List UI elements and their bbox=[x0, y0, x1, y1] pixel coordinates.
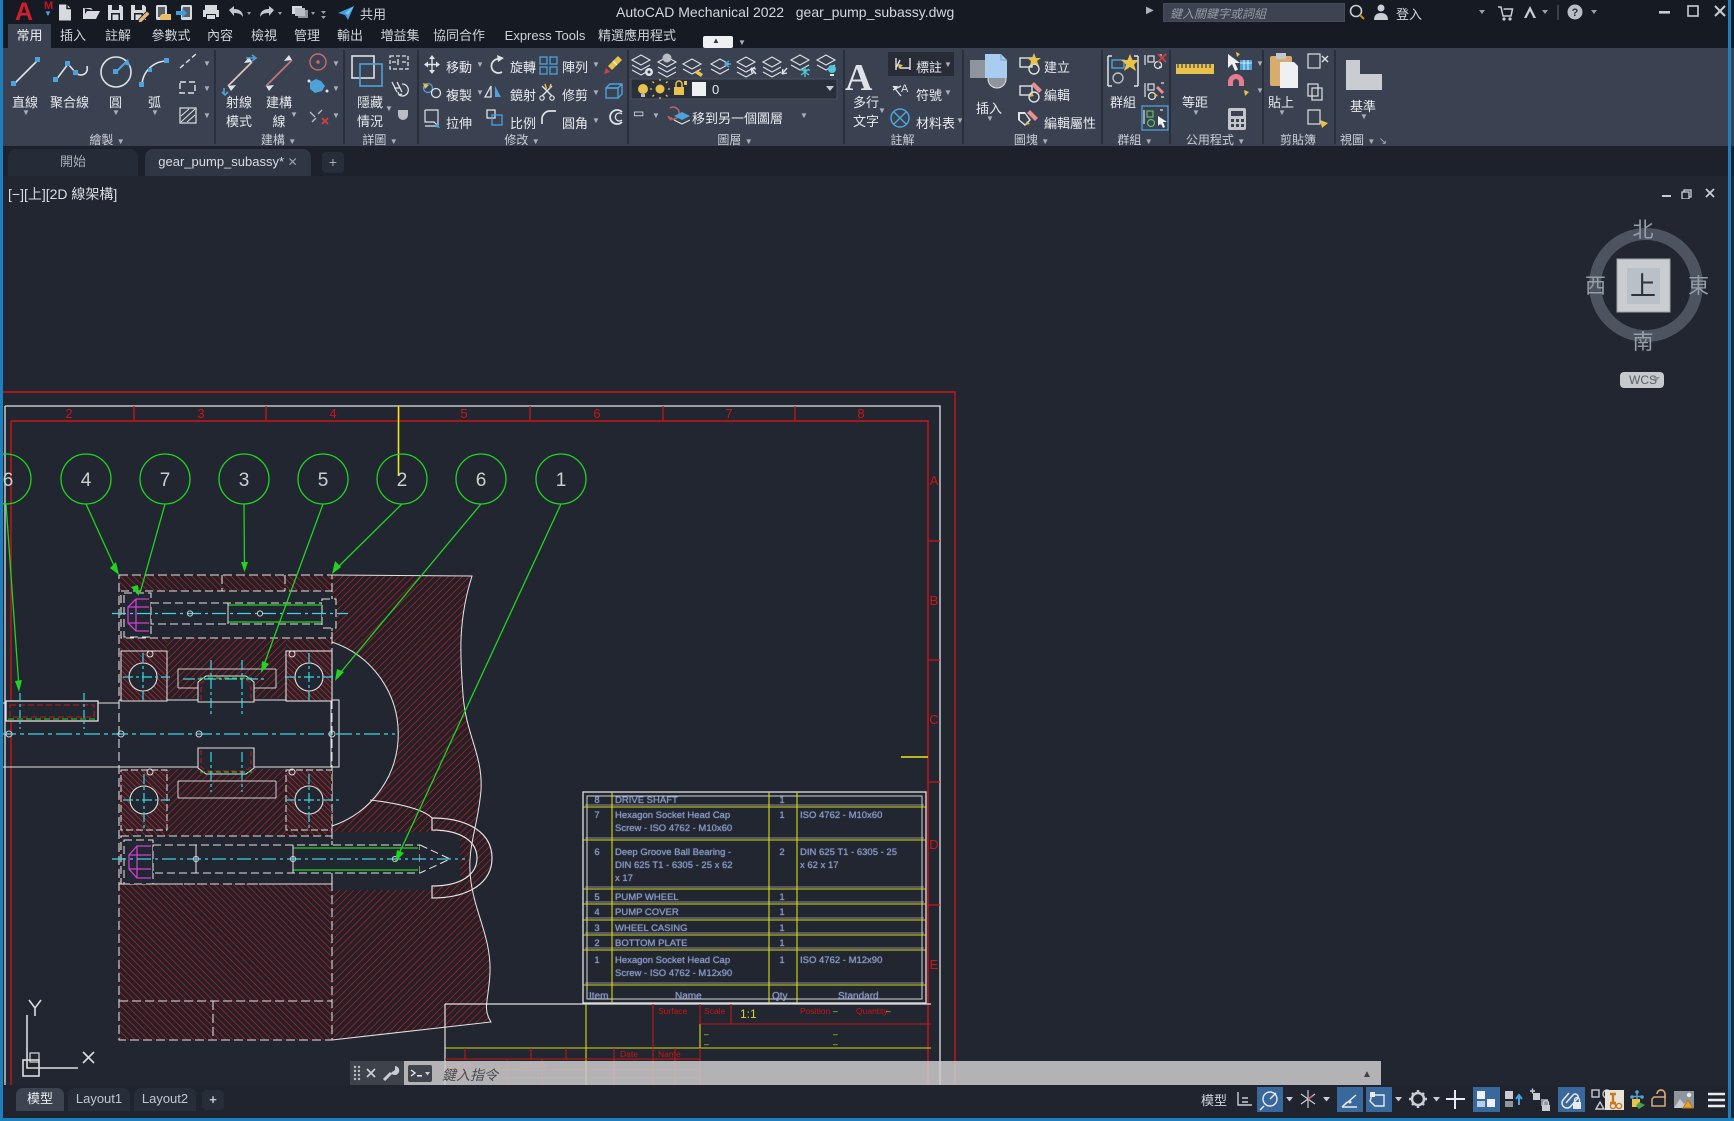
svg-text:5: 5 bbox=[460, 406, 467, 421]
svg-text:5: 5 bbox=[318, 470, 329, 491]
svg-text:?: ? bbox=[1572, 7, 1579, 19]
svg-text:6: 6 bbox=[476, 470, 487, 491]
svg-text:7: 7 bbox=[594, 810, 599, 821]
svg-text:2: 2 bbox=[779, 847, 784, 858]
svg-text:Deep Groove Ball Bearing -: Deep Groove Ball Bearing - bbox=[615, 847, 731, 858]
svg-text:1: 1 bbox=[779, 955, 784, 966]
svg-text:8: 8 bbox=[857, 406, 864, 421]
svg-text:D: D bbox=[929, 837, 938, 852]
svg-text:0: 0 bbox=[712, 82, 719, 97]
svg-text:B: B bbox=[930, 593, 939, 608]
svg-text:2: 2 bbox=[594, 938, 599, 949]
svg-text:–: – bbox=[886, 1006, 891, 1016]
svg-text:3: 3 bbox=[239, 470, 250, 491]
svg-text:x 17: x 17 bbox=[615, 873, 633, 884]
svg-text:DIN 625 T1 - 6305 - 25 x 62: DIN 625 T1 - 6305 - 25 x 62 bbox=[615, 860, 733, 871]
svg-text:Surface: Surface bbox=[658, 1006, 688, 1016]
svg-text:2: 2 bbox=[65, 406, 72, 421]
svg-text:1: 1 bbox=[556, 470, 567, 491]
svg-text:WHEEL CASING: WHEEL CASING bbox=[615, 923, 688, 934]
svg-text:Name: Name bbox=[675, 991, 702, 1002]
svg-text:7: 7 bbox=[725, 406, 732, 421]
svg-text:2: 2 bbox=[397, 470, 408, 491]
svg-text:A: A bbox=[930, 473, 939, 488]
svg-text:上: 上 bbox=[1630, 271, 1656, 301]
svg-text:Screw - ISO 4762 - M10x60: Screw - ISO 4762 - M10x60 bbox=[615, 823, 732, 834]
svg-text:6: 6 bbox=[3, 470, 14, 491]
svg-text:1: 1 bbox=[779, 795, 784, 806]
svg-text:E: E bbox=[930, 957, 939, 972]
svg-text:1: 1 bbox=[779, 923, 784, 934]
svg-text:5: 5 bbox=[594, 892, 599, 903]
svg-text:x 62 x 17: x 62 x 17 bbox=[800, 860, 839, 871]
svg-text:–: – bbox=[833, 1029, 838, 1039]
svg-text:–: – bbox=[704, 1029, 709, 1039]
svg-text:–: – bbox=[833, 1039, 838, 1049]
svg-text:Date: Date bbox=[620, 1049, 638, 1059]
svg-text:1: 1 bbox=[779, 907, 784, 918]
svg-text:Qty: Qty bbox=[772, 991, 788, 1002]
svg-text:A: A bbox=[901, 83, 909, 95]
svg-text:Name: Name bbox=[658, 1049, 681, 1059]
svg-text:4: 4 bbox=[329, 406, 336, 421]
svg-text:WCS: WCS bbox=[1629, 373, 1657, 387]
svg-text:DRIVE SHAFT: DRIVE SHAFT bbox=[615, 795, 678, 806]
svg-text:7: 7 bbox=[160, 470, 171, 491]
svg-text:C: C bbox=[929, 712, 938, 727]
svg-text:Item: Item bbox=[589, 991, 608, 1002]
svg-text:Position: Position bbox=[800, 1006, 831, 1016]
svg-text:–: – bbox=[833, 1006, 838, 1016]
svg-text:Hexagon Socket Head Cap: Hexagon Socket Head Cap bbox=[615, 810, 730, 821]
svg-text:4: 4 bbox=[81, 470, 92, 491]
svg-text:1: 1 bbox=[779, 892, 784, 903]
svg-text:Hexagon Socket Head Cap: Hexagon Socket Head Cap bbox=[615, 955, 730, 966]
svg-text:西: 西 bbox=[1586, 275, 1606, 298]
svg-text:1: 1 bbox=[779, 810, 784, 821]
svg-text:ISO 4762 - M12x90: ISO 4762 - M12x90 bbox=[800, 955, 882, 966]
svg-text:PUMP COVER: PUMP COVER bbox=[615, 907, 679, 918]
svg-text:南: 南 bbox=[1633, 331, 1654, 354]
svg-text:6: 6 bbox=[593, 406, 600, 421]
svg-text:4: 4 bbox=[594, 907, 599, 918]
svg-text:1:1: 1:1 bbox=[740, 1007, 757, 1021]
svg-text:PUMP WHEEL: PUMP WHEEL bbox=[615, 892, 679, 903]
svg-text:ISO 4762 - M10x60: ISO 4762 - M10x60 bbox=[800, 810, 882, 821]
svg-text:東: 東 bbox=[1688, 275, 1709, 298]
svg-text:BOTTOM PLATE: BOTTOM PLATE bbox=[615, 938, 688, 949]
svg-text:Quantity: Quantity bbox=[856, 1006, 888, 1016]
svg-text:8: 8 bbox=[594, 795, 599, 806]
svg-text:3: 3 bbox=[594, 923, 599, 934]
svg-text:DIN 625 T1 - 6305 - 25: DIN 625 T1 - 6305 - 25 bbox=[800, 847, 897, 858]
svg-text:北: 北 bbox=[1633, 219, 1654, 242]
svg-text:–: – bbox=[704, 1039, 709, 1049]
svg-text:6: 6 bbox=[594, 847, 599, 858]
svg-text:Screw - ISO 4762 - M12x90: Screw - ISO 4762 - M12x90 bbox=[615, 968, 732, 979]
svg-text:Standard: Standard bbox=[838, 991, 879, 1002]
svg-text:Scale: Scale bbox=[704, 1006, 726, 1016]
svg-text:3: 3 bbox=[197, 406, 204, 421]
svg-text:1: 1 bbox=[594, 955, 599, 966]
svg-text:1: 1 bbox=[779, 938, 784, 949]
